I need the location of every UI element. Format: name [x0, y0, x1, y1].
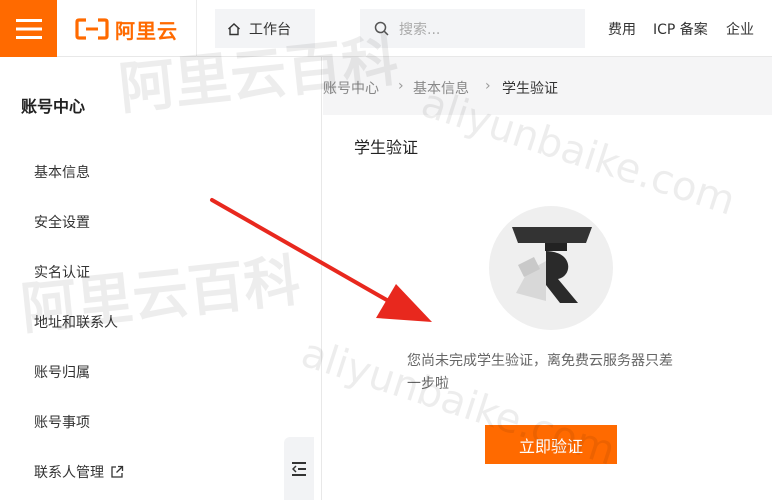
breadcrumb-basic-info[interactable]: 基本信息 [413, 78, 469, 98]
sidebar-item-real-name[interactable]: 实名认证 [34, 262, 90, 282]
page-title: 学生验证 [354, 138, 419, 157]
search-placeholder: 搜索... [399, 21, 441, 38]
breadcrumb-current-page: 学生验证 [502, 81, 558, 97]
sidebar-item-label: 联系人管理 [34, 465, 104, 481]
home-icon [228, 22, 240, 35]
menu-button[interactable] [0, 0, 57, 57]
search-icon [374, 21, 389, 36]
sidebar-item-label: 账号归属 [34, 365, 90, 381]
description-line-1: 您尚未完成学生验证，离免费云服务器只差 [407, 353, 673, 369]
sidebar-item-label: 地址和联系人 [34, 315, 118, 331]
description-line-2: 一步啦 [407, 376, 449, 392]
header-divider [196, 0, 197, 57]
workbench-label: 工作台 [249, 21, 291, 38]
aliyun-logo-icon [75, 18, 109, 40]
top-navigation-bar: 阿里云 工作台 搜索... 费用 ICP 备案 企业 [0, 0, 772, 57]
sidebar-item-security-settings[interactable]: 安全设置 [34, 212, 90, 232]
breadcrumb-account-center[interactable]: 账号中心 [323, 78, 379, 98]
graduation-cap-illustration-icon [489, 206, 613, 330]
workbench-button[interactable]: 工作台 [215, 9, 315, 48]
nav-fees[interactable]: 费用 [608, 19, 636, 39]
sidebar-item-address-contacts[interactable]: 地址和联系人 [34, 312, 118, 332]
breadcrumb-separator-chevron-icon: › [398, 78, 404, 94]
nav-enterprise[interactable]: 企业 [726, 19, 754, 39]
sidebar-item-contact-management[interactable]: 联系人管理 [34, 462, 124, 482]
brand-name: 阿里云 [115, 18, 178, 43]
sidebar-item-label: 实名认证 [34, 265, 90, 281]
sidebar-item-account-matters[interactable]: 账号事项 [34, 412, 90, 432]
sidebar-item-label: 账号事项 [34, 415, 90, 431]
sidebar-title: 账号中心 [21, 97, 86, 116]
collapse-sidebar-button[interactable] [284, 437, 314, 500]
sidebar: 账号中心 基本信息 安全设置 实名认证 地址和联系人 账号归属 账号事项 联系人… [0, 57, 322, 500]
sidebar-item-label: 安全设置 [34, 215, 90, 231]
search-input[interactable]: 搜索... [360, 9, 585, 48]
external-link-icon [111, 465, 124, 478]
sidebar-item-basic-info[interactable]: 基本信息 [34, 162, 90, 182]
collapse-icon [292, 461, 306, 476]
breadcrumb: 账号中心 › 基本信息 › 学生验证 [323, 57, 772, 115]
brand-logo[interactable]: 阿里云 [75, 14, 178, 44]
sidebar-item-account-ownership[interactable]: 账号归属 [34, 362, 90, 382]
verify-now-button[interactable]: 立即验证 [485, 425, 617, 464]
hamburger-icon [15, 18, 42, 39]
breadcrumb-separator-chevron-icon: › [485, 78, 491, 94]
sidebar-item-label: 基本信息 [34, 165, 90, 181]
verification-description: 您尚未完成学生验证，离免费云服务器只差 一步啦 [407, 350, 707, 396]
nav-icp-filing[interactable]: ICP 备案 [653, 19, 708, 39]
